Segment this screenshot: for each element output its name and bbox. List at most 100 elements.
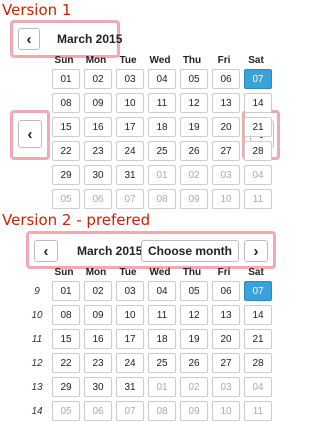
v2-day-cell[interactable]: 04 (244, 377, 272, 397)
v1-day-cell[interactable]: 06 (84, 189, 112, 209)
v2-day-cell[interactable]: 05 (180, 281, 208, 301)
chevron-left-icon: ‹ (26, 30, 32, 48)
v1-day-cell[interactable]: 25 (148, 141, 176, 161)
v2-day-cell[interactable]: 09 (84, 305, 112, 325)
v2-day-cell[interactable]: 01 (148, 377, 176, 397)
v1-day-cell[interactable]: 01 (52, 69, 80, 89)
v2-week-row: 11 15 16 17 18 19 20 21 (26, 327, 272, 351)
v2-day-cell[interactable]: 30 (84, 377, 112, 397)
v2-day-cell[interactable]: 31 (116, 377, 144, 397)
v1-day-cell[interactable]: 14 (244, 93, 272, 113)
v2-day-cell[interactable]: 23 (84, 353, 112, 373)
v2-day-cell[interactable]: 16 (84, 329, 112, 349)
v1-day-cell[interactable]: 09 (84, 93, 112, 113)
v1-day-cell[interactable]: 04 (244, 165, 272, 185)
v2-day-cell[interactable]: 19 (180, 329, 208, 349)
v1-day-cell[interactable]: 09 (180, 189, 208, 209)
v2-day-cell[interactable]: 06 (212, 281, 240, 301)
v1-day-cell[interactable]: 08 (52, 93, 80, 113)
v2-day-cell[interactable]: 21 (244, 329, 272, 349)
v1-day-cell[interactable]: 27 (212, 141, 240, 161)
v2-day-cell[interactable]: 18 (148, 329, 176, 349)
v1-prev-month-button[interactable]: ‹ (18, 28, 40, 50)
v2-day-cell[interactable]: 06 (84, 401, 112, 421)
v1-day-cell[interactable]: 30 (84, 165, 112, 185)
v2-day-cell[interactable]: 11 (244, 401, 272, 421)
v1-day-cell[interactable]: 16 (84, 117, 112, 137)
v1-day-cell[interactable]: 20 (212, 117, 240, 137)
v2-day-cell[interactable]: 20 (212, 329, 240, 349)
v2-day-cell[interactable]: 04 (148, 281, 176, 301)
v1-weekday-header: Fri (217, 55, 231, 66)
v2-day-cell[interactable]: 14 (244, 305, 272, 325)
v2-day-cell[interactable]: 27 (212, 353, 240, 373)
v2-day-cell[interactable]: 12 (180, 305, 208, 325)
v2-day-cell[interactable]: 08 (52, 305, 80, 325)
v2-day-cell[interactable]: 07 (244, 281, 272, 301)
v2-day-cell[interactable]: 01 (52, 281, 80, 301)
v1-day-cell[interactable]: 23 (84, 141, 112, 161)
choose-month-label: Choose month (148, 244, 232, 258)
v1-day-cell[interactable]: 17 (116, 117, 144, 137)
v2-day-cell[interactable]: 03 (212, 377, 240, 397)
v2-weekday-header: Sat (248, 267, 264, 278)
v2-day-cell[interactable]: 17 (116, 329, 144, 349)
v1-day-cell[interactable]: 03 (212, 165, 240, 185)
v2-prev-month-button[interactable]: ‹ (34, 240, 58, 262)
v1-day-cell[interactable]: 02 (180, 165, 208, 185)
v1-day-cell[interactable]: 10 (212, 189, 240, 209)
v1-day-cell[interactable]: 31 (116, 165, 144, 185)
v2-next-month-button[interactable]: › (244, 240, 268, 262)
v2-day-cell[interactable]: 08 (148, 401, 176, 421)
v1-day-cell[interactable]: 03 (116, 69, 144, 89)
v1-day-cell[interactable]: 04 (148, 69, 176, 89)
v1-day-cell[interactable]: 10 (116, 93, 144, 113)
v1-day-cell[interactable]: 24 (116, 141, 144, 161)
v2-day-cell[interactable]: 28 (244, 353, 272, 373)
v2-day-cell[interactable]: 10 (116, 305, 144, 325)
v1-day-cell[interactable]: 29 (52, 165, 80, 185)
v1-day-cell[interactable]: 07 (244, 69, 272, 89)
v1-day-cell[interactable]: 11 (244, 189, 272, 209)
v2-day-cell[interactable]: 24 (116, 353, 144, 373)
v1-day-cell[interactable]: 13 (212, 93, 240, 113)
v1-day-cell[interactable]: 07 (116, 189, 144, 209)
v1-side-prev-button[interactable]: ‹ (18, 120, 42, 148)
v1-day-cell[interactable]: 06 (212, 69, 240, 89)
choose-month-button[interactable]: Choose month (141, 240, 239, 262)
v2-day-cell[interactable]: 13 (212, 305, 240, 325)
v1-day-cell[interactable]: 15 (52, 117, 80, 137)
v2-day-cell[interactable]: 02 (84, 281, 112, 301)
v1-day-cell[interactable]: 22 (52, 141, 80, 161)
v1-day-cell[interactable]: 05 (52, 189, 80, 209)
v1-day-cell[interactable]: 08 (148, 189, 176, 209)
v2-day-cell[interactable]: 29 (52, 377, 80, 397)
v2-day-cell[interactable]: 02 (180, 377, 208, 397)
v1-day-cell[interactable]: 19 (180, 117, 208, 137)
v2-day-cell[interactable]: 25 (148, 353, 176, 373)
v1-day-cell[interactable]: 05 (180, 69, 208, 89)
v2-day-cell[interactable]: 03 (116, 281, 144, 301)
v2-day-cell[interactable]: 10 (212, 401, 240, 421)
v1-week-row: 15 16 17 18 19 20 21 (48, 115, 272, 139)
v2-day-cell[interactable]: 11 (148, 305, 176, 325)
v1-day-cell[interactable]: 02 (84, 69, 112, 89)
v2-day-cell[interactable]: 22 (52, 353, 80, 373)
v2-weekday-header: Mon (85, 267, 107, 278)
v1-day-cell[interactable]: 28 (244, 141, 272, 161)
weeknum-header-spacer (26, 266, 48, 279)
week-number: 12 (31, 357, 43, 369)
chevron-left-icon: ‹ (43, 242, 49, 260)
v1-day-cell[interactable]: 11 (148, 93, 176, 113)
v1-day-cell[interactable]: 01 (148, 165, 176, 185)
v1-day-cell[interactable]: 12 (180, 93, 208, 113)
v2-day-cell[interactable]: 26 (180, 353, 208, 373)
v1-day-cell[interactable]: 21 (244, 117, 272, 137)
v1-day-cell[interactable]: 26 (180, 141, 208, 161)
v2-day-cell[interactable]: 15 (52, 329, 80, 349)
v2-day-cell[interactable]: 07 (116, 401, 144, 421)
v2-day-cell[interactable]: 09 (180, 401, 208, 421)
v2-day-cell[interactable]: 05 (52, 401, 80, 421)
v1-day-cell[interactable]: 18 (148, 117, 176, 137)
v1-month-title[interactable]: March 2015 (57, 32, 122, 46)
